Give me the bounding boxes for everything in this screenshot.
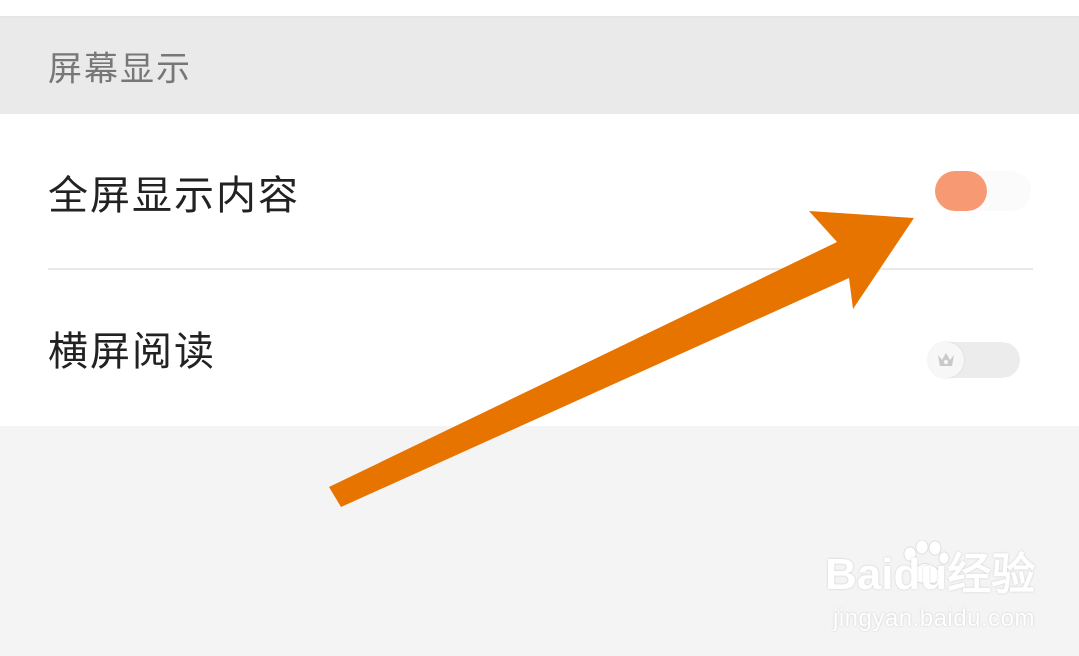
setting-row-fullscreen[interactable]: 全屏显示内容 xyxy=(0,114,1079,270)
fullscreen-toggle[interactable] xyxy=(935,171,1031,211)
setting-label-landscape: 横屏阅读 xyxy=(48,329,216,375)
landscape-toggle[interactable] xyxy=(928,342,1020,378)
setting-label-fullscreen: 全屏显示内容 xyxy=(48,173,300,219)
settings-card: 全屏显示内容 横屏阅读 xyxy=(0,114,1079,426)
section-header: 屏幕显示 xyxy=(0,18,1079,114)
fullscreen-toggle-knob xyxy=(935,171,987,211)
watermark-url: jingyan.baidu.com xyxy=(833,605,1035,632)
crown-icon xyxy=(938,353,954,366)
top-strip xyxy=(0,0,1079,18)
section-title: 屏幕显示 xyxy=(48,49,192,90)
watermark-logo: Baidu经验 xyxy=(825,550,1036,599)
setting-row-landscape[interactable]: 横屏阅读 xyxy=(0,270,1079,426)
